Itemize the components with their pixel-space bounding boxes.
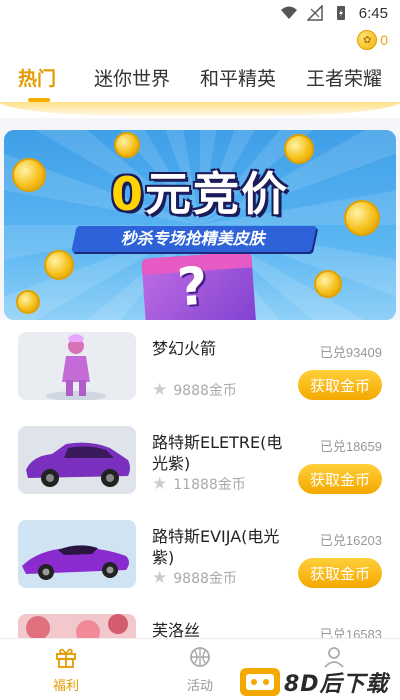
star-icon: ★	[152, 473, 168, 494]
banner-title-text: 元竞价	[145, 167, 289, 221]
coin-icon: ✿	[357, 30, 378, 50]
tab-peace-elite[interactable]: 和平精英	[200, 64, 276, 91]
reward-list: 梦幻火箭 已兑93409 ★ 9888金币 获取金币 路特斯ELETRE(电光紫…	[0, 320, 400, 640]
item-name: 梦幻火箭	[152, 339, 217, 358]
promo-banner[interactable]: ? 0元竞价 秒杀专场抢精美皮肤	[4, 130, 396, 320]
wifi-icon	[280, 6, 297, 19]
coin-decoration	[16, 290, 40, 314]
gift-icon	[56, 648, 76, 668]
get-coins-button[interactable]: 获取金币	[298, 558, 382, 588]
pink-character-icon	[18, 332, 136, 400]
list-item[interactable]: 路特斯ELETRE(电光紫) 已兑18659 ★ 11888金币 获取金币	[0, 414, 400, 508]
item-redeemed-count: 已兑18659	[319, 439, 382, 454]
coin-decoration	[44, 250, 74, 280]
status-time: 6:45	[358, 4, 388, 22]
item-price: ★ 11888金币	[152, 474, 246, 494]
tab-hot[interactable]: 热门	[18, 64, 56, 91]
item-name: 路特斯ELETRE(电光紫)	[152, 433, 283, 473]
item-redeemed-count: 已兑16203	[319, 533, 382, 548]
list-item[interactable]: 梦幻火箭 已兑93409 ★ 9888金币 获取金币	[0, 320, 400, 414]
get-coins-button[interactable]: 获取金币	[298, 370, 382, 400]
item-price-value: 9888金币	[173, 571, 237, 587]
basketball-icon	[190, 647, 210, 667]
watermark: 8D后下载	[240, 664, 400, 700]
banner-title-zero: 0	[110, 167, 145, 221]
item-name: 芙洛丝	[152, 621, 201, 640]
get-coins-button[interactable]: 获取金币	[298, 464, 382, 494]
tab-honor-of-kings[interactable]: 王者荣耀	[306, 64, 382, 91]
item-price-value: 11888金币	[173, 477, 246, 493]
coin-balance[interactable]: ✿ 0	[357, 30, 388, 50]
nav-welfare[interactable]: 福利	[26, 645, 106, 694]
nav-welfare-label: 福利	[52, 679, 79, 694]
header: ✿ 0 热门 迷你世界 和平精英 王者荣耀	[0, 26, 400, 118]
list-item[interactable]: 路特斯EVIJA(电光紫) 已兑16203 ★ 9888金币 获取金币	[0, 508, 400, 602]
category-tabs: 热门 迷你世界 和平精英 王者荣耀	[0, 60, 400, 102]
question-mark: ?	[175, 256, 210, 319]
tab-mini-world[interactable]: 迷你世界	[94, 64, 170, 91]
purple-sportscar-icon	[18, 520, 136, 588]
banner-title: 0元竞价	[4, 158, 396, 224]
star-icon: ★	[152, 567, 168, 588]
banner-subtitle: 秒杀专场抢精美皮肤	[71, 226, 317, 252]
star-icon: ★	[152, 379, 168, 400]
nav-activity[interactable]: 活动	[160, 645, 240, 694]
item-price: ★ 9888金币	[152, 568, 237, 588]
coin-decoration	[314, 270, 342, 298]
purple-suv-icon	[18, 426, 136, 494]
nav-activity-label: 活动	[186, 679, 213, 694]
pink-character-icon	[18, 614, 136, 640]
battery-icon	[336, 6, 345, 20]
item-redeemed-count: 已兑93409	[319, 345, 382, 360]
item-image	[18, 614, 136, 640]
header-glow	[0, 102, 400, 118]
mystery-box-icon: ?	[141, 251, 257, 320]
item-image	[18, 426, 136, 494]
item-price-value: 9888金币	[173, 383, 237, 399]
item-image	[18, 332, 136, 400]
coin-count: 0	[380, 32, 388, 48]
item-price: ★ 9888金币	[152, 380, 237, 400]
item-image	[18, 520, 136, 588]
signal-icon	[306, 5, 323, 21]
status-bar: 6:45	[0, 0, 400, 26]
watermark-text: 8D后下载	[284, 672, 389, 697]
coin-decoration	[114, 132, 140, 158]
item-name: 路特斯EVIJA(电光紫)	[152, 527, 280, 567]
watermark-logo	[240, 668, 280, 696]
list-item[interactable]: 芙洛丝 已兑16583	[0, 602, 400, 640]
